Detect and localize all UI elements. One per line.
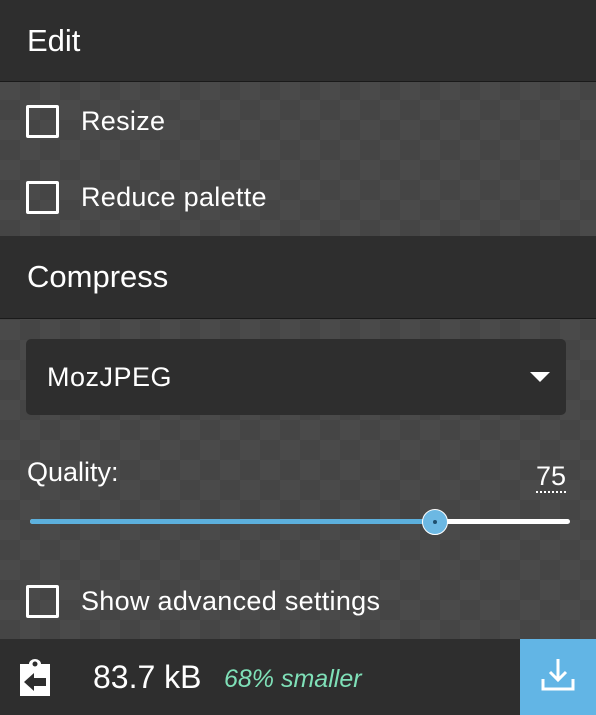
back-arrow-icon[interactable] (16, 656, 54, 698)
edit-section-title: Edit (27, 22, 81, 58)
resize-label: Resize (81, 106, 166, 136)
reduce-palette-label: Reduce palette (81, 182, 267, 212)
quality-slider-fill (30, 519, 435, 524)
options-panel: Edit Resize Reduce palette Compress MozJ… (0, 0, 596, 715)
quality-value-input[interactable]: 75 (535, 461, 566, 493)
advanced-settings-label: Show advanced settings (81, 586, 381, 616)
download-icon (538, 655, 578, 700)
chevron-down-icon (530, 372, 550, 382)
reduce-palette-checkbox[interactable] (26, 181, 59, 214)
size-reduction: 68% smaller (224, 665, 362, 693)
advanced-settings-option[interactable]: Show advanced settings (26, 585, 380, 618)
compress-section-title: Compress (27, 259, 169, 294)
resize-checkbox[interactable] (26, 105, 59, 138)
quality-slider-thumb[interactable] (422, 509, 448, 535)
advanced-settings-checkbox[interactable] (26, 585, 59, 618)
edit-section-header: Edit (0, 0, 596, 82)
download-button[interactable] (520, 639, 596, 715)
results-footer: 83.7 kB 68% smaller (0, 639, 596, 715)
reduce-palette-option[interactable]: Reduce palette (26, 181, 267, 214)
quality-slider[interactable] (30, 508, 570, 536)
compressed-size: 83.7 kB (93, 659, 202, 695)
quality-label: Quality: (27, 457, 119, 487)
compress-section-header: Compress (0, 236, 596, 319)
compression-method-value: MozJPEG (47, 361, 173, 392)
resize-option[interactable]: Resize (26, 105, 165, 138)
compression-method-select[interactable]: MozJPEG (26, 339, 566, 415)
